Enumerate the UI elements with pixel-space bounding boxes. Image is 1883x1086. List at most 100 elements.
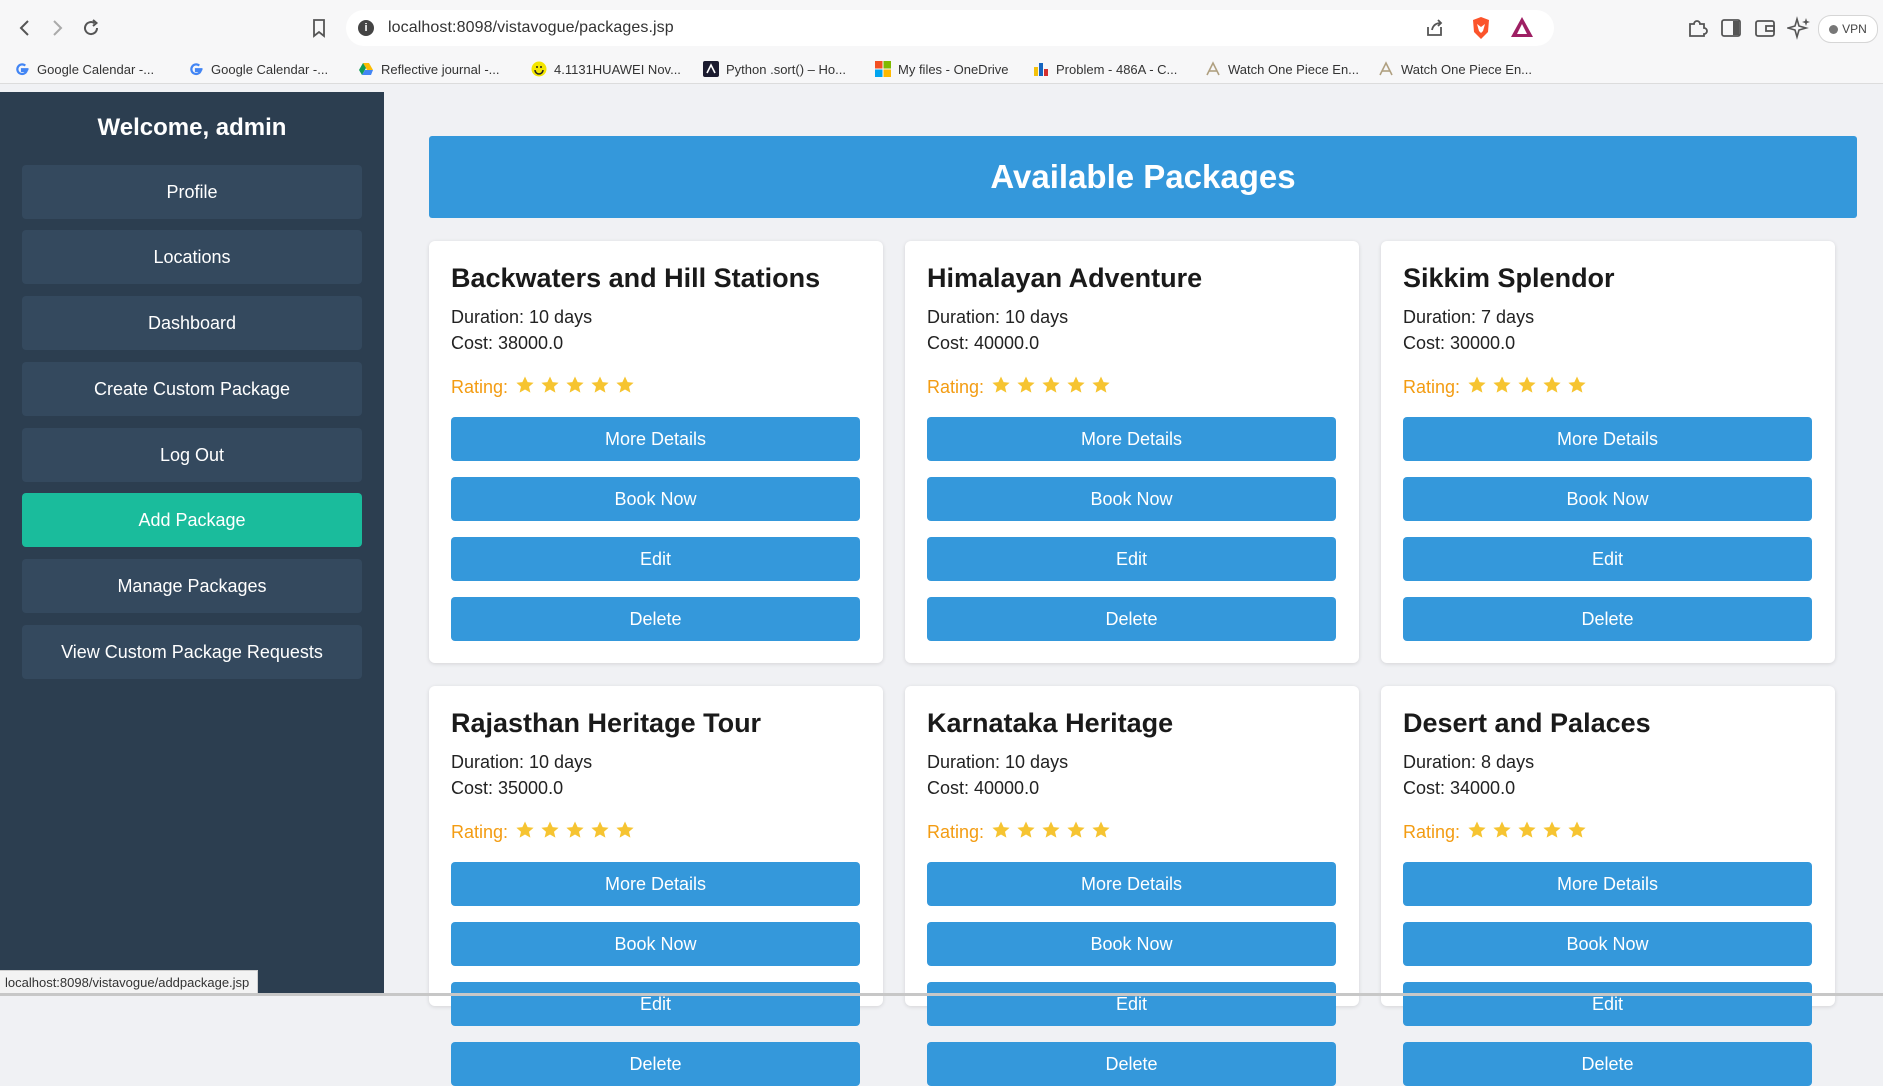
google-icon <box>14 61 30 77</box>
bookmark-item[interactable]: Google Calendar -... <box>188 58 328 80</box>
edit-button[interactable]: Edit <box>927 982 1336 1026</box>
address-bar[interactable]: i localhost:8098/vistavogue/packages.jsp <box>346 10 1554 46</box>
reload-button[interactable] <box>77 14 105 42</box>
star-icon <box>991 820 1011 845</box>
bookmark-label: Problem - 486A - C... <box>1056 61 1178 77</box>
sidebar-toggle-icon[interactable] <box>1719 16 1743 40</box>
book-now-button[interactable]: Book Now <box>451 922 860 966</box>
bookmark-item[interactable]: Watch One Piece En... <box>1205 58 1359 80</box>
bookmark-item[interactable]: Problem - 486A - C... <box>1033 58 1177 80</box>
reload-icon <box>84 19 99 36</box>
book-now-button[interactable]: Book Now <box>1403 922 1812 966</box>
package-title: Backwaters and Hill Stations <box>451 263 821 293</box>
star-icon <box>1567 375 1587 400</box>
back-button[interactable] <box>11 14 39 42</box>
delete-button[interactable]: Delete <box>927 1042 1336 1086</box>
sidebar-item-add-package[interactable]: Add Package <box>22 493 362 547</box>
sidebar-item-manage-packages[interactable]: Manage Packages <box>22 559 362 613</box>
delete-button[interactable]: Delete <box>927 597 1336 641</box>
wallet-icon[interactable] <box>1753 16 1777 40</box>
bookmark-item[interactable]: Reflective journal -... <box>358 58 500 80</box>
more-details-button[interactable]: More Details <box>927 417 1336 461</box>
rating-stars <box>1467 375 1587 400</box>
book-now-button[interactable]: Book Now <box>451 477 860 521</box>
rating-stars <box>515 375 635 400</box>
package-card: Backwaters and Hill Stations Duration: 10… <box>429 241 883 663</box>
star-icon <box>515 375 535 400</box>
book-now-button[interactable]: Book Now <box>927 477 1336 521</box>
star-icon <box>590 820 610 845</box>
vpn-button[interactable]: VPN <box>1818 15 1878 43</box>
edit-button[interactable]: Edit <box>451 982 860 1026</box>
more-details-button[interactable]: More Details <box>451 862 860 906</box>
star-icon <box>540 820 560 845</box>
bookmark-label: 4.1131HUAWEI Nov... <box>554 61 681 77</box>
more-details-button[interactable]: More Details <box>927 862 1336 906</box>
more-details-button[interactable]: More Details <box>451 417 860 461</box>
more-details-button[interactable]: More Details <box>1403 862 1812 906</box>
rating-label: Rating: <box>1403 377 1461 397</box>
bookmark-label: Python .sort() – Ho... <box>726 61 846 77</box>
delete-button[interactable]: Delete <box>451 1042 860 1086</box>
share-icon[interactable] <box>1424 17 1446 39</box>
bookmark-label: Google Calendar -... <box>37 61 155 77</box>
rating-label: Rating: <box>927 377 985 397</box>
package-duration: Duration: 8 days <box>1403 752 1535 772</box>
bookmark-label: Watch One Piece En... <box>1228 61 1360 77</box>
sidebar-item-log-out[interactable]: Log Out <box>22 428 362 482</box>
browser-toolbar: i localhost:8098/vistavogue/packages.jsp… <box>0 0 1883 56</box>
edit-button[interactable]: Edit <box>1403 982 1812 1026</box>
bookmark-item[interactable]: Watch One Piece En... <box>1378 58 1532 80</box>
star-icon <box>565 820 585 845</box>
star-icon <box>615 375 635 400</box>
bookmark-button[interactable] <box>305 14 333 42</box>
bookmark-item[interactable]: My files - OneDrive <box>875 58 1009 80</box>
star-icon <box>1091 375 1111 400</box>
bookmark-item[interactable]: Python .sort() – Ho... <box>703 58 846 80</box>
sidebar-item-view-custom-package-requests[interactable]: View Custom Package Requests <box>22 625 362 679</box>
delete-button[interactable]: Delete <box>451 597 860 641</box>
package-cost: Cost: 38000.0 <box>451 333 564 353</box>
package-title: Karnataka Heritage <box>927 708 1174 738</box>
url-text[interactable]: localhost:8098/vistavogue/packages.jsp <box>388 19 674 37</box>
star-icon <box>1542 820 1562 845</box>
edit-button[interactable]: Edit <box>451 537 860 581</box>
star-icon <box>1517 820 1537 845</box>
package-title: Desert and Palaces <box>1403 708 1651 738</box>
bookmark-label: Google Calendar -... <box>211 61 329 77</box>
smiley-icon <box>531 61 547 77</box>
edit-button[interactable]: Edit <box>927 537 1336 581</box>
edit-button[interactable]: Edit <box>1403 537 1812 581</box>
leo-ai-icon[interactable] <box>1787 16 1811 40</box>
more-details-button[interactable]: More Details <box>1403 417 1812 461</box>
delete-button[interactable]: Delete <box>1403 597 1812 641</box>
star-icon <box>1517 375 1537 400</box>
extensions-icon[interactable] <box>1685 16 1709 40</box>
code-icon <box>703 61 719 77</box>
sidebar-item-dashboard[interactable]: Dashboard <box>22 296 362 350</box>
arrow-right-icon <box>53 20 63 36</box>
rating-label: Rating: <box>451 377 509 397</box>
rewards-triangle-icon[interactable] <box>1510 16 1534 38</box>
sidebar-item-locations[interactable]: Locations <box>22 230 362 284</box>
sidebar-item-profile[interactable]: Profile <box>22 165 362 219</box>
star-icon <box>515 820 535 845</box>
book-now-button[interactable]: Book Now <box>1403 477 1812 521</box>
bookmark-item[interactable]: 4.1131HUAWEI Nov... <box>531 58 681 80</box>
star-icon <box>1066 820 1086 845</box>
site-info-icon[interactable]: i <box>358 20 374 36</box>
book-now-button[interactable]: Book Now <box>927 922 1336 966</box>
brave-shield-icon[interactable] <box>1470 16 1492 40</box>
package-title: Himalayan Adventure <box>927 263 1203 293</box>
bookmark-label: Watch One Piece En... <box>1401 61 1533 77</box>
star-icon <box>1041 375 1061 400</box>
star-icon <box>1066 375 1086 400</box>
package-card: Sikkim Splendor Duration: 7 days Cost: 300… <box>1381 241 1835 663</box>
package-duration: Duration: 10 days <box>927 307 1069 327</box>
bookmark-item[interactable]: Google Calendar -... <box>14 58 154 80</box>
sidebar-item-create-custom-package[interactable]: Create Custom Package <box>22 362 362 416</box>
forward-button[interactable] <box>43 14 71 42</box>
bookmark-label: My files - OneDrive <box>898 61 1009 77</box>
package-rating: Rating: <box>451 820 635 845</box>
delete-button[interactable]: Delete <box>1403 1042 1812 1086</box>
